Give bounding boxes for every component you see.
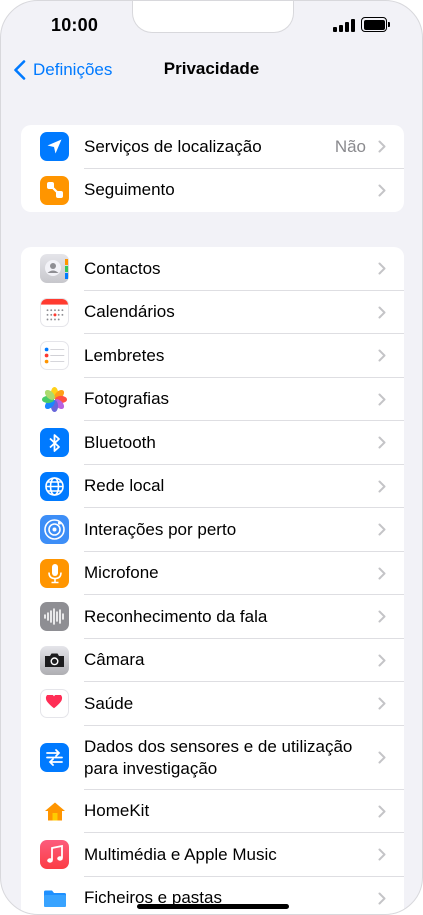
chevron-right-icon (378, 751, 386, 764)
status-time: 10:00 (51, 15, 99, 35)
row-label: HomeKit (84, 801, 150, 821)
camera-icon (40, 645, 69, 675)
chevron-right-icon (378, 306, 386, 319)
tracking-icon (40, 175, 69, 205)
row-nearby-interactions[interactable]: Interações por perto (21, 508, 404, 552)
row-research-sensor-data[interactable]: Dados dos sensores e de utilização para … (21, 726, 404, 790)
battery-icon (361, 17, 391, 32)
speech-waveform-icon (40, 602, 69, 632)
location-arrow-icon (40, 132, 69, 162)
row-label: Microfone (84, 563, 159, 583)
row-camera[interactable]: Câmara (21, 639, 404, 682)
row-label: Contactos (84, 258, 161, 278)
chevron-right-icon (378, 610, 386, 623)
row-label: Seguimento (84, 180, 175, 200)
photos-icon (40, 384, 69, 414)
chevron-right-icon (378, 393, 386, 406)
row-speech-recognition[interactable]: Reconhecimento da fala (21, 595, 404, 639)
reminders-icon (40, 341, 69, 371)
row-local-network[interactable]: Rede local (21, 465, 404, 508)
chevron-right-icon (378, 697, 386, 710)
cellular-signal-icon (333, 19, 355, 32)
row-label: Lembretes (84, 345, 165, 365)
row-label: Dados dos sensores e de utilização para … (84, 736, 353, 778)
row-label: Saúde (84, 693, 134, 713)
chevron-right-icon (378, 567, 386, 580)
microphone-icon (40, 558, 69, 588)
row-label: Serviços de localização (84, 136, 262, 156)
navigation-bar: Definições Privacidade (1, 49, 422, 91)
row-value: Não (334, 136, 366, 156)
chevron-right-icon (378, 184, 386, 197)
phone-screen: 10:00 Definições Privacidade Serviços de… (0, 0, 423, 915)
chevron-right-icon (378, 892, 386, 905)
row-label: Câmara (84, 650, 145, 670)
row-homekit[interactable]: HomeKit (21, 790, 404, 833)
row-tracking[interactable]: Seguimento (21, 169, 404, 213)
row-location-services[interactable]: Serviços de localização Não (21, 125, 404, 169)
row-contacts[interactable]: Contactos (21, 247, 404, 291)
chevron-right-icon (378, 805, 386, 818)
row-label: Multimédia e Apple Music (84, 844, 277, 864)
calendar-icon (40, 297, 69, 327)
health-heart-icon (40, 689, 69, 719)
row-label: Interações por perto (84, 519, 237, 539)
music-note-icon (40, 840, 69, 870)
research-icon (40, 743, 69, 772)
chevron-right-icon (378, 140, 386, 153)
row-bluetooth[interactable]: Bluetooth (21, 421, 404, 465)
row-photos[interactable]: Fotografias (21, 378, 404, 421)
chevron-right-icon (378, 480, 386, 493)
settings-group-permissions: Contactos Calendários Lembretes Fotograf… (21, 247, 404, 915)
chevron-right-icon (378, 349, 386, 362)
home-icon (40, 796, 69, 826)
settings-group-location: Serviços de localização Não Seguimento (21, 125, 404, 212)
page-title: Privacidade (163, 59, 260, 78)
row-label: Calendários (84, 302, 175, 322)
chevron-right-icon (378, 523, 386, 536)
chevron-right-icon (378, 436, 386, 449)
row-label: Reconhecimento da fala (84, 606, 268, 626)
chevron-right-icon (378, 262, 386, 275)
contacts-icon (40, 254, 69, 284)
row-media-apple-music[interactable]: Multimédia e Apple Music (21, 833, 404, 877)
row-reminders[interactable]: Lembretes (21, 334, 404, 378)
nearby-interactions-icon (40, 515, 69, 545)
row-calendars[interactable]: Calendários (21, 291, 404, 334)
row-label: Rede local (84, 476, 165, 496)
row-health[interactable]: Saúde (21, 682, 404, 726)
globe-icon (40, 471, 69, 501)
row-microphone[interactable]: Microfone (21, 552, 404, 595)
status-bar: 10:00 (1, 1, 422, 49)
bluetooth-icon (40, 428, 69, 458)
row-label: Fotografias (84, 389, 170, 409)
row-label: Bluetooth (84, 432, 156, 452)
row-files-folders[interactable]: Ficheiros e pastas (21, 877, 404, 915)
chevron-right-icon (378, 848, 386, 861)
chevron-right-icon (378, 654, 386, 667)
folder-icon (40, 883, 69, 913)
home-indicator[interactable] (137, 904, 289, 909)
